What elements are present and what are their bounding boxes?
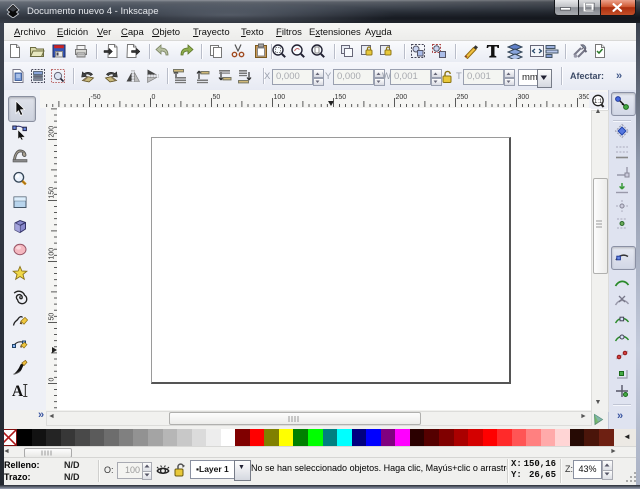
svg-text:200: 200 xyxy=(396,94,408,101)
svg-text:A: A xyxy=(12,383,24,399)
svg-text:0: 0 xyxy=(152,94,156,101)
svg-text:100: 100 xyxy=(274,94,286,101)
svg-text:300: 300 xyxy=(518,94,530,101)
svg-text:1:1: 1:1 xyxy=(594,99,603,105)
svg-text:50: 50 xyxy=(213,94,221,101)
svg-text:150: 150 xyxy=(335,94,347,101)
svg-text:0: 0 xyxy=(49,378,56,382)
svg-text:250: 250 xyxy=(457,94,469,101)
svg-text:-50: -50 xyxy=(91,94,101,101)
